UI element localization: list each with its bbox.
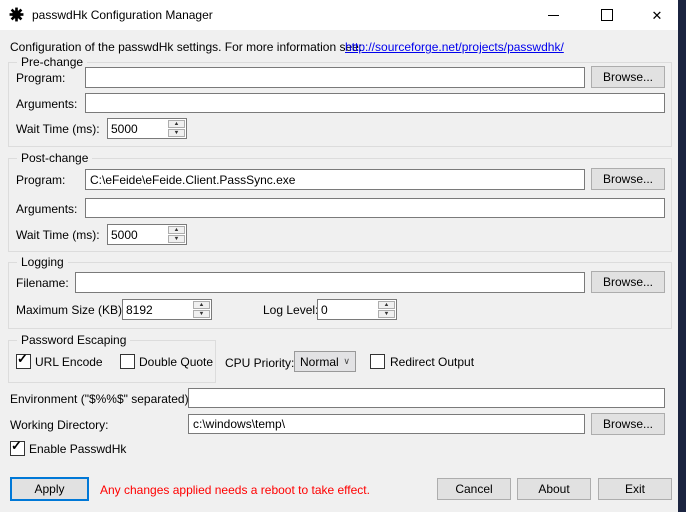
exit-button[interactable]: Exit [598, 478, 672, 500]
window-title: passwdHk Configuration Manager [32, 8, 213, 22]
exit-button-label: Exit [625, 482, 645, 496]
spinner-down-button[interactable]: ▼ [168, 129, 185, 137]
spinner-up-button[interactable]: ▲ [193, 301, 210, 309]
log-level-spinner[interactable]: ▲ ▼ [317, 299, 397, 320]
pre-program-input[interactable] [85, 67, 585, 88]
down-arrow-icon: ▼ [199, 311, 205, 316]
spinner-buttons: ▲ ▼ [377, 300, 396, 319]
spinner-up-button[interactable]: ▲ [378, 301, 395, 309]
pre-arguments-input[interactable] [85, 93, 665, 113]
double-quote-label: Double Quote [139, 355, 213, 369]
enable-passwdhk-label: Enable PasswdHk [29, 442, 126, 456]
info-text: Configuration of the passwdHk settings. … [10, 40, 362, 54]
post-program-label: Program: [16, 173, 65, 187]
environment-label: Environment ("$%%$" separated): [10, 392, 192, 406]
passwdhk-config-window: passwdHk Configuration Manager ✕ Configu… [0, 0, 686, 512]
up-arrow-icon: ▲ [384, 302, 390, 307]
cancel-button-label: Cancel [455, 482, 492, 496]
spinner-down-button[interactable]: ▼ [378, 310, 395, 318]
post-wait-time-input[interactable] [108, 225, 167, 244]
password-escaping-group-title: Password Escaping [17, 333, 130, 347]
spinner-down-button[interactable]: ▼ [193, 310, 210, 318]
log-max-size-spinner[interactable]: ▲ ▼ [122, 299, 212, 320]
browse-button-label: Browse... [603, 172, 653, 186]
pre-program-browse-button[interactable]: Browse... [591, 66, 665, 88]
log-max-size-label: Maximum Size (KB): [16, 303, 125, 317]
cpu-priority-dropdown[interactable]: Normal ∨ [294, 351, 356, 372]
pre-wait-time-spinner[interactable]: ▲ ▼ [107, 118, 187, 139]
redirect-output-checkbox[interactable]: ✓ [370, 354, 385, 369]
post-program-input[interactable] [85, 169, 585, 190]
post-arguments-label: Arguments: [16, 202, 77, 216]
browse-button-label: Browse... [603, 275, 653, 289]
browse-button-label: Browse... [603, 70, 653, 84]
pre-arguments-label: Arguments: [16, 97, 77, 111]
cpu-priority-value: Normal [300, 355, 339, 369]
app-gear-icon [9, 7, 24, 25]
minimize-button[interactable] [530, 0, 576, 30]
environment-input[interactable] [188, 388, 665, 408]
close-icon: ✕ [652, 9, 663, 22]
cancel-button[interactable]: Cancel [437, 478, 511, 500]
title-bar: passwdHk Configuration Manager ✕ [0, 0, 678, 30]
pre-wait-time-input[interactable] [108, 119, 167, 138]
up-arrow-icon: ▲ [174, 121, 180, 126]
cpu-priority-label: CPU Priority: [225, 356, 294, 370]
log-filename-input[interactable] [75, 272, 585, 293]
up-arrow-icon: ▲ [199, 302, 205, 307]
minimize-icon [548, 15, 559, 16]
about-button-label: About [538, 482, 569, 496]
double-quote-checkbox[interactable]: ✓ [120, 354, 135, 369]
maximize-button[interactable] [584, 0, 630, 30]
spinner-up-button[interactable]: ▲ [168, 120, 185, 128]
pre-wait-time-label: Wait Time (ms): [16, 122, 100, 136]
enable-passwdhk-checkbox[interactable]: ✓ [10, 441, 25, 456]
spinner-up-button[interactable]: ▲ [168, 226, 185, 234]
log-level-input[interactable] [318, 300, 377, 319]
apply-button-label: Apply [34, 482, 64, 496]
pre-program-label: Program: [16, 71, 65, 85]
url-encode-label: URL Encode [35, 355, 103, 369]
spinner-buttons: ▲ ▼ [192, 300, 211, 319]
post-wait-time-label: Wait Time (ms): [16, 228, 100, 242]
url-encode-checkbox[interactable]: ✓ [16, 354, 31, 369]
log-filename-browse-button[interactable]: Browse... [591, 271, 665, 293]
check-icon: ✓ [17, 351, 28, 367]
post-arguments-input[interactable] [85, 198, 665, 218]
working-directory-label: Working Directory: [10, 418, 108, 432]
close-button[interactable]: ✕ [636, 0, 678, 30]
log-max-size-input[interactable] [123, 300, 192, 319]
reboot-note: Any changes applied needs a reboot to ta… [100, 483, 370, 497]
post-program-browse-button[interactable]: Browse... [591, 168, 665, 190]
redirect-output-label: Redirect Output [390, 355, 474, 369]
maximize-icon [601, 9, 613, 21]
spinner-buttons: ▲ ▼ [167, 225, 186, 244]
down-arrow-icon: ▼ [174, 130, 180, 135]
spinner-buttons: ▲ ▼ [167, 119, 186, 138]
logging-group-title: Logging [17, 255, 68, 269]
check-icon: ✓ [11, 438, 22, 454]
working-directory-input[interactable] [188, 414, 585, 434]
log-level-label: Log Level: [263, 303, 318, 317]
working-directory-browse-button[interactable]: Browse... [591, 413, 665, 435]
post-wait-time-spinner[interactable]: ▲ ▼ [107, 224, 187, 245]
post-change-group-title: Post-change [17, 151, 92, 165]
spinner-down-button[interactable]: ▼ [168, 235, 185, 243]
chevron-down-icon: ∨ [343, 356, 350, 367]
background-window-edge [678, 0, 686, 512]
apply-button[interactable]: Apply [10, 477, 89, 501]
down-arrow-icon: ▼ [384, 311, 390, 316]
sourceforge-link[interactable]: http://sourceforge.net/projects/passwdhk… [345, 40, 564, 54]
pre-change-group-title: Pre-change [17, 55, 87, 69]
about-button[interactable]: About [517, 478, 591, 500]
log-filename-label: Filename: [16, 276, 69, 290]
up-arrow-icon: ▲ [174, 227, 180, 232]
browse-button-label: Browse... [603, 417, 653, 431]
down-arrow-icon: ▼ [174, 236, 180, 241]
